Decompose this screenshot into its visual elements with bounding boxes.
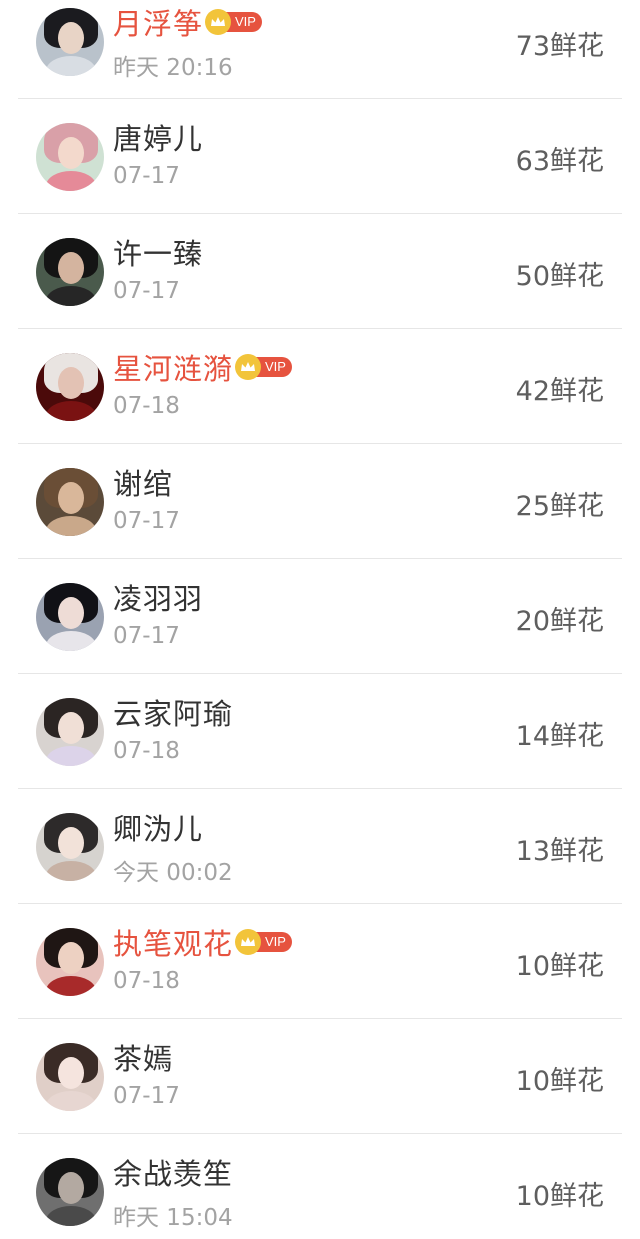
- list-item[interactable]: 许一臻 07-17 50鲜花: [0, 214, 640, 329]
- crown-icon: [235, 354, 262, 380]
- user-name[interactable]: 执笔观花: [113, 921, 233, 963]
- vip-badge: VIP: [235, 354, 292, 380]
- user-avatar[interactable]: [36, 1158, 104, 1226]
- user-avatar[interactable]: [36, 238, 104, 306]
- list-item[interactable]: 月浮筝 VIP 昨天 20:16 73鲜花: [0, 0, 640, 99]
- flower-count: 10鲜花: [515, 1181, 604, 1212]
- name-line: 执笔观花 VIP: [113, 922, 292, 962]
- flower-count: 63鲜花: [515, 146, 604, 177]
- timestamp: 07-18: [113, 393, 180, 419]
- timestamp: 今天 00:02: [113, 860, 233, 886]
- name-line: 凌羽羽: [113, 577, 203, 617]
- flower-count: 10鲜花: [515, 951, 604, 982]
- flower-count: 14鲜花: [515, 721, 604, 752]
- flower-count: 25鲜花: [515, 491, 604, 522]
- name-line: 唐婷儿: [113, 117, 203, 157]
- user-avatar[interactable]: [36, 698, 104, 766]
- timestamp: 07-18: [113, 738, 180, 764]
- user-avatar[interactable]: [36, 123, 104, 191]
- user-avatar[interactable]: [36, 813, 104, 881]
- user-name[interactable]: 星河涟漪: [113, 346, 233, 388]
- name-line: 茶嫣: [113, 1037, 173, 1077]
- crown-icon: [205, 9, 232, 35]
- timestamp: 07-17: [113, 163, 180, 189]
- list-item[interactable]: 凌羽羽 07-17 20鲜花: [0, 559, 640, 674]
- user-avatar[interactable]: [36, 353, 104, 421]
- list-item[interactable]: 唐婷儿 07-17 63鲜花: [0, 99, 640, 214]
- crown-icon: [235, 929, 262, 955]
- list-item[interactable]: 星河涟漪 VIP 07-18 42鲜花: [0, 329, 640, 444]
- name-line: 余战羡笙: [113, 1152, 233, 1192]
- timestamp: 07-17: [113, 623, 180, 649]
- list-item[interactable]: 卿沩儿今天 00:02 13鲜花: [0, 789, 640, 904]
- user-name[interactable]: 唐婷儿: [113, 116, 203, 158]
- flower-count: 20鲜花: [515, 606, 604, 637]
- timestamp: 07-17: [113, 278, 180, 304]
- user-name[interactable]: 茶嫣: [113, 1036, 173, 1078]
- user-name[interactable]: 许一臻: [113, 231, 203, 273]
- user-avatar[interactable]: [36, 468, 104, 536]
- user-name[interactable]: 凌羽羽: [113, 576, 203, 618]
- flower-count: 42鲜花: [515, 376, 604, 407]
- user-name[interactable]: 月浮筝: [113, 1, 203, 43]
- flower-count: 10鲜花: [515, 1066, 604, 1097]
- timestamp: 07-17: [113, 508, 180, 534]
- name-line: 卿沩儿: [113, 807, 203, 847]
- name-line: 谢绾: [113, 462, 173, 502]
- name-line: 月浮筝 VIP: [113, 2, 262, 42]
- flower-count: 50鲜花: [515, 261, 604, 292]
- timestamp: 昨天 15:04: [113, 1205, 233, 1231]
- flower-count: 13鲜花: [515, 836, 604, 867]
- user-avatar[interactable]: [36, 928, 104, 996]
- vip-badge: VIP: [235, 929, 292, 955]
- list-item[interactable]: 谢绾 07-17 25鲜花: [0, 444, 640, 559]
- user-avatar[interactable]: [36, 8, 104, 76]
- user-avatar[interactable]: [36, 1043, 104, 1111]
- timestamp: 07-17: [113, 1083, 180, 1109]
- flower-count: 73鲜花: [515, 31, 604, 62]
- list-item[interactable]: 余战羡笙昨天 15:04 10鲜花: [0, 1134, 640, 1239]
- user-name[interactable]: 云家阿瑜: [113, 691, 233, 733]
- timestamp: 07-18: [113, 968, 180, 994]
- user-avatar[interactable]: [36, 583, 104, 651]
- vip-badge: VIP: [205, 9, 262, 35]
- user-name[interactable]: 卿沩儿: [113, 806, 203, 848]
- user-name[interactable]: 谢绾: [113, 461, 173, 503]
- name-line: 云家阿瑜: [113, 692, 233, 732]
- name-line: 许一臻: [113, 232, 203, 272]
- list-item[interactable]: 执笔观花 VIP 07-18 10鲜花: [0, 904, 640, 1019]
- list-item[interactable]: 云家阿瑜 07-18 14鲜花: [0, 674, 640, 789]
- name-line: 星河涟漪 VIP: [113, 347, 292, 387]
- list-item[interactable]: 茶嫣 07-17 10鲜花: [0, 1019, 640, 1134]
- timestamp: 昨天 20:16: [113, 55, 233, 81]
- user-name[interactable]: 余战羡笙: [113, 1151, 233, 1193]
